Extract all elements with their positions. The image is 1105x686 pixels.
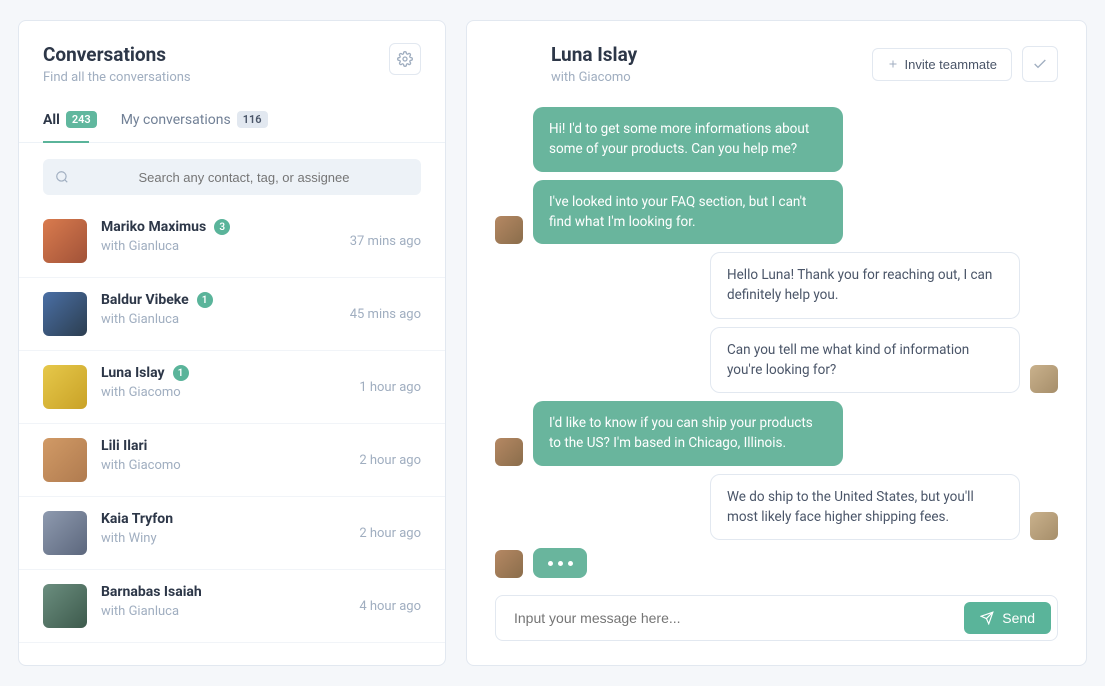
assignee: with Gianluca [101, 239, 350, 254]
contact-name: Baldur Vibeke [101, 292, 189, 308]
tab-my-conversations[interactable]: My conversations 116 [121, 111, 268, 142]
timestamp: 45 mins ago [350, 307, 421, 322]
assignee: with Giacomo [101, 458, 359, 473]
contact-name: Luna Islay [101, 365, 165, 381]
message-list: Hi! I'd to get some more informations ab… [467, 101, 1086, 583]
conversation-item[interactable]: Lili Ilari with Giacomo 2 hour ago [19, 424, 445, 497]
avatar [43, 365, 87, 409]
avatar [43, 438, 87, 482]
message-composer[interactable]: Send [495, 595, 1058, 641]
invite-teammate-button[interactable]: Invite teammate [872, 48, 1013, 81]
conversation-item[interactable]: Mariko Maximus 3 with Gianluca 37 mins a… [19, 205, 445, 278]
tab-count-badge: 243 [66, 111, 97, 128]
contact-name: Lili Ilari [101, 438, 147, 454]
avatar [43, 292, 87, 336]
avatar [1030, 365, 1058, 393]
sidebar-title: Conversations [43, 43, 191, 66]
search-icon [55, 170, 69, 184]
contact-name: Mariko Maximus [101, 219, 206, 235]
avatar [43, 511, 87, 555]
conversation-item[interactable]: Luna Islay 1 with Giacomo 1 hour ago [19, 351, 445, 424]
unread-badge: 3 [214, 219, 230, 235]
chat-panel: Luna Islay with Giacomo Invite teammate … [466, 20, 1087, 666]
sidebar-subtitle: Find all the conversations [43, 70, 191, 85]
tab-count-badge: 116 [237, 111, 268, 128]
message-row-incoming: I've looked into your FAQ section, but I… [495, 180, 1058, 245]
tabs: All 243 My conversations 116 [19, 95, 445, 143]
conversation-item[interactable]: Kaia Tryfon with Winy 2 hour ago [19, 497, 445, 570]
message-row-outgoing: Can you tell me what kind of information… [495, 327, 1058, 394]
contact-name: Barnabas Isaiah [101, 584, 202, 600]
timestamp: 1 hour ago [359, 380, 421, 395]
typing-indicator [533, 548, 587, 578]
gear-icon [397, 51, 413, 67]
avatar [495, 216, 523, 244]
message-bubble: Hello Luna! Thank you for reaching out, … [710, 252, 1020, 319]
sidebar-header: Conversations Find all the conversations [19, 21, 445, 95]
search-box[interactable] [43, 159, 421, 195]
avatar [495, 550, 523, 578]
conversation-item[interactable]: Barnabas Isaiah with Gianluca 4 hour ago [19, 570, 445, 643]
assignee: with Gianluca [101, 312, 350, 327]
timestamp: 2 hour ago [359, 453, 421, 468]
message-row-incoming: Hi! I'd to get some more informations ab… [495, 107, 1058, 172]
tab-label: All [43, 112, 60, 128]
plus-icon [887, 58, 899, 70]
resolve-button[interactable] [1022, 46, 1058, 82]
send-icon [980, 611, 994, 625]
timestamp: 4 hour ago [359, 599, 421, 614]
typing-indicator-row [495, 548, 1058, 578]
conversations-panel: Conversations Find all the conversations… [18, 20, 446, 666]
message-bubble: We do ship to the United States, but you… [710, 474, 1020, 541]
assignee: with Winy [101, 531, 359, 546]
message-bubble: Can you tell me what kind of information… [710, 327, 1020, 394]
chat-title: Luna Islay [551, 43, 637, 66]
assignee: with Giacomo [101, 385, 359, 400]
conversation-item[interactable]: Baldur Vibeke 1 with Gianluca 45 mins ag… [19, 278, 445, 351]
search-input[interactable] [79, 170, 409, 185]
avatar [495, 438, 523, 466]
chat-assignee: with Giacomo [551, 70, 637, 85]
timestamp: 2 hour ago [359, 526, 421, 541]
avatar [43, 584, 87, 628]
message-bubble: I've looked into your FAQ section, but I… [533, 180, 843, 245]
conversation-list: Mariko Maximus 3 with Gianluca 37 mins a… [19, 205, 445, 665]
search-row [19, 143, 445, 205]
tab-all[interactable]: All 243 [43, 111, 97, 142]
check-icon [1032, 56, 1048, 72]
assignee: with Gianluca [101, 604, 359, 619]
message-input[interactable] [514, 610, 964, 626]
settings-button[interactable] [389, 43, 421, 75]
message-row-outgoing: We do ship to the United States, but you… [495, 474, 1058, 541]
avatar [1030, 512, 1058, 540]
unread-badge: 1 [173, 365, 189, 381]
message-bubble: Hi! I'd to get some more informations ab… [533, 107, 843, 172]
message-row-incoming: I'd like to know if you can ship your pr… [495, 401, 1058, 466]
avatar [43, 219, 87, 263]
message-bubble: I'd like to know if you can ship your pr… [533, 401, 843, 466]
chat-header: Luna Islay with Giacomo Invite teammate [467, 21, 1086, 101]
unread-badge: 1 [197, 292, 213, 308]
timestamp: 37 mins ago [350, 234, 421, 249]
send-button[interactable]: Send [964, 602, 1051, 634]
send-label: Send [1002, 610, 1035, 626]
message-row-outgoing: Hello Luna! Thank you for reaching out, … [495, 252, 1058, 319]
contact-name: Kaia Tryfon [101, 511, 173, 527]
invite-label: Invite teammate [905, 57, 998, 72]
tab-label: My conversations [121, 112, 231, 128]
